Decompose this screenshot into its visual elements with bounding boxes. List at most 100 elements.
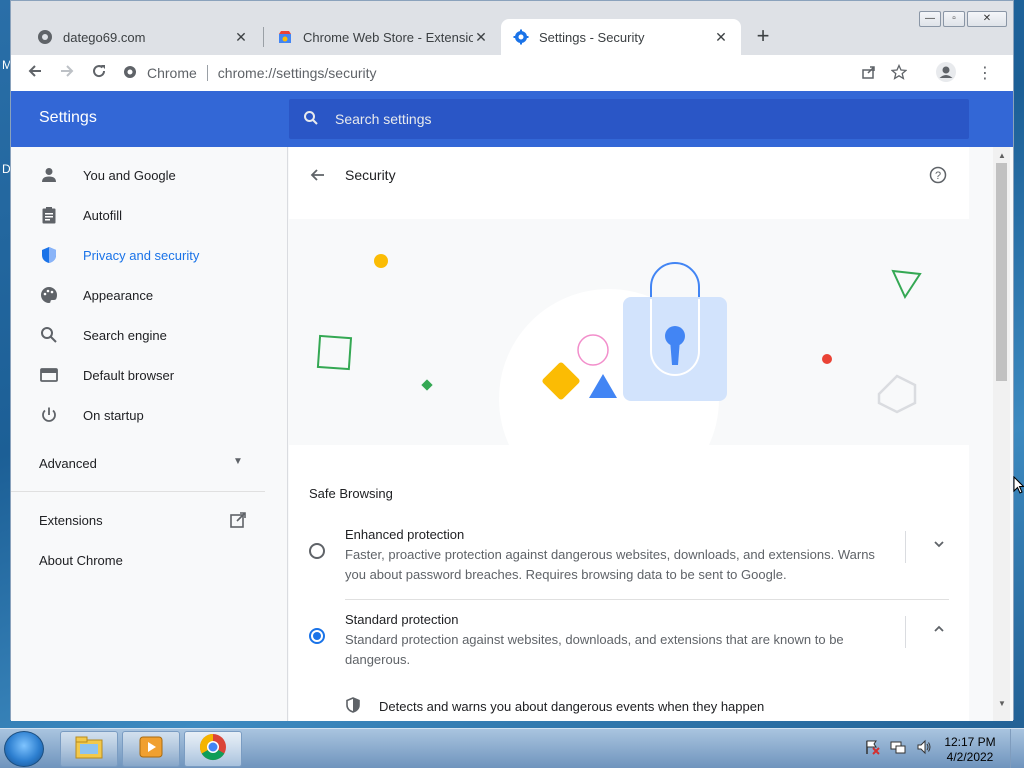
shield-icon [39, 245, 59, 265]
section-title: Security [345, 167, 396, 183]
gear-icon [513, 29, 529, 45]
sidebar-item-on-startup[interactable]: On startup [11, 395, 287, 435]
sidebar-item-label: Appearance [83, 287, 154, 303]
tab-settings-security[interactable]: Settings - Security ✕ [501, 19, 741, 55]
sidebar-item-search-engine[interactable]: Search engine [11, 315, 287, 355]
chrome-icon [198, 732, 228, 767]
back-arrow-icon[interactable] [309, 167, 325, 188]
sidebar-item-autofill[interactable]: Autofill [11, 195, 287, 235]
sidebar-item-label: Search engine [83, 327, 167, 343]
advanced-label: Advanced [39, 456, 97, 471]
sidebar-item-appearance[interactable]: Appearance [11, 275, 287, 315]
standard-protection-option[interactable]: Standard protection Standard protection … [309, 602, 949, 702]
arrow-left-icon [28, 65, 41, 77]
shield-icon [345, 697, 361, 716]
chevron-down-icon[interactable] [929, 537, 949, 557]
option-description: Faster, proactive protection against dan… [345, 547, 875, 582]
sidebar-item-default-browser[interactable]: Default browser [11, 355, 287, 395]
action-center-flag-icon[interactable] [864, 739, 880, 760]
safe-browsing-label: Safe Browsing [309, 486, 393, 501]
taskbar-media-player[interactable] [122, 731, 180, 767]
reload-button[interactable] [87, 61, 111, 85]
sidebar-item-label: Default browser [83, 367, 175, 383]
chevron-up-icon[interactable] [929, 622, 949, 642]
sidebar-item-you-and-google[interactable]: You and Google [11, 155, 287, 195]
network-icon[interactable] [890, 739, 906, 760]
scroll-thumb[interactable] [996, 163, 1007, 381]
search-icon [39, 325, 59, 345]
globe-icon [37, 29, 53, 45]
profile-avatar-icon[interactable] [935, 61, 957, 86]
tab-strip: datego69.com ✕ Chrome Web Store - Extens… [11, 1, 1013, 55]
menu-dots-icon[interactable]: ⋮ [977, 63, 993, 83]
star-icon[interactable] [890, 63, 908, 83]
settings-page: Settings Search settings You and Google [11, 91, 1013, 721]
address-bar[interactable]: Chrome chrome://settings/security ⋮ [123, 59, 993, 87]
open-in-new-icon [229, 511, 247, 532]
mouse-cursor-icon [1013, 476, 1024, 494]
clock[interactable]: 12:17 PM 4/2/2022 [940, 735, 1000, 765]
settings-sidebar: You and Google Autofill Privacy and secu… [11, 147, 287, 721]
minimize-button[interactable]: — [919, 11, 941, 27]
section-header: Security ? [289, 147, 969, 219]
sidebar-item-label: You and Google [83, 167, 176, 183]
tab-title: datego69.com [63, 29, 146, 45]
close-tab-icon[interactable]: ✕ [233, 29, 249, 45]
clock-time: 12:17 PM [944, 735, 996, 749]
reload-icon [93, 65, 106, 78]
close-tab-icon[interactable]: ✕ [473, 29, 489, 45]
tab-title: Settings - Security [539, 29, 645, 45]
help-icon[interactable]: ? [929, 166, 947, 189]
media-player-icon [138, 734, 164, 765]
security-section: Security ? Safe Browsing Enhanced protec… [289, 147, 969, 721]
volume-icon[interactable] [916, 739, 932, 760]
search-placeholder: Search settings [335, 111, 432, 127]
tab-datego[interactable]: datego69.com ✕ [25, 19, 261, 55]
clipboard-icon [39, 205, 59, 225]
tab-chrome-web-store[interactable]: Chrome Web Store - Extensions ✕ [265, 19, 501, 55]
browser-window-icon [39, 365, 59, 385]
taskbar: 12:17 PM 4/2/2022 [0, 728, 1024, 768]
url-text: chrome://settings/security [217, 65, 377, 81]
toolbar: Chrome chrome://settings/security ⋮ [11, 55, 1013, 91]
chrome-icon [123, 65, 137, 82]
back-button[interactable] [23, 61, 47, 85]
browser-window: datego69.com ✕ Chrome Web Store - Extens… [10, 0, 1014, 721]
close-tab-icon[interactable]: ✕ [713, 29, 729, 45]
standard-protection-radio[interactable] [309, 628, 325, 644]
sidebar-item-label: Privacy and security [83, 247, 200, 263]
extensions-label: Extensions [39, 513, 103, 528]
system-tray [864, 739, 932, 760]
window-controls: — ▫ ✕ [917, 11, 1007, 27]
forward-button[interactable] [55, 61, 79, 85]
tab-title: Chrome Web Store - Extensions [303, 29, 473, 45]
chrome-web-store-icon [277, 29, 293, 45]
svg-text:?: ? [935, 170, 941, 182]
share-icon[interactable] [861, 64, 877, 83]
sidebar-item-extensions[interactable]: Extensions [39, 512, 259, 528]
taskbar-explorer[interactable] [60, 731, 118, 767]
dropdown-arrow-icon: ▼ [233, 456, 243, 467]
restore-button[interactable]: ▫ [943, 11, 965, 27]
option-description: Standard protection against websites, do… [345, 632, 844, 667]
sidebar-advanced-toggle[interactable]: Advanced ▼ [39, 456, 259, 471]
option-title: Standard protection [345, 612, 459, 627]
sidebar-item-about-chrome[interactable]: About Chrome [39, 553, 123, 568]
clock-date: 4/2/2022 [946, 750, 994, 764]
sidebar-item-privacy-and-security[interactable]: Privacy and security [11, 235, 287, 275]
search-settings-input[interactable]: Search settings [289, 99, 969, 139]
settings-title: Settings [39, 109, 97, 126]
sidebar-item-label: Autofill [83, 207, 123, 223]
scrollbar[interactable]: ▲ ▼ [993, 147, 1010, 721]
start-button[interactable] [4, 731, 44, 767]
arrow-right-icon [61, 65, 74, 77]
show-desktop-button[interactable] [1010, 729, 1024, 768]
enhanced-protection-radio[interactable] [309, 543, 325, 559]
palette-icon [39, 285, 59, 305]
search-icon [303, 110, 319, 129]
close-window-button[interactable]: ✕ [967, 11, 1007, 27]
detail-text: Detects and warns you about dangerous ev… [379, 699, 765, 714]
settings-header: Settings Search settings [11, 91, 1013, 147]
new-tab-button[interactable]: + [751, 25, 775, 49]
taskbar-chrome[interactable] [184, 731, 242, 767]
